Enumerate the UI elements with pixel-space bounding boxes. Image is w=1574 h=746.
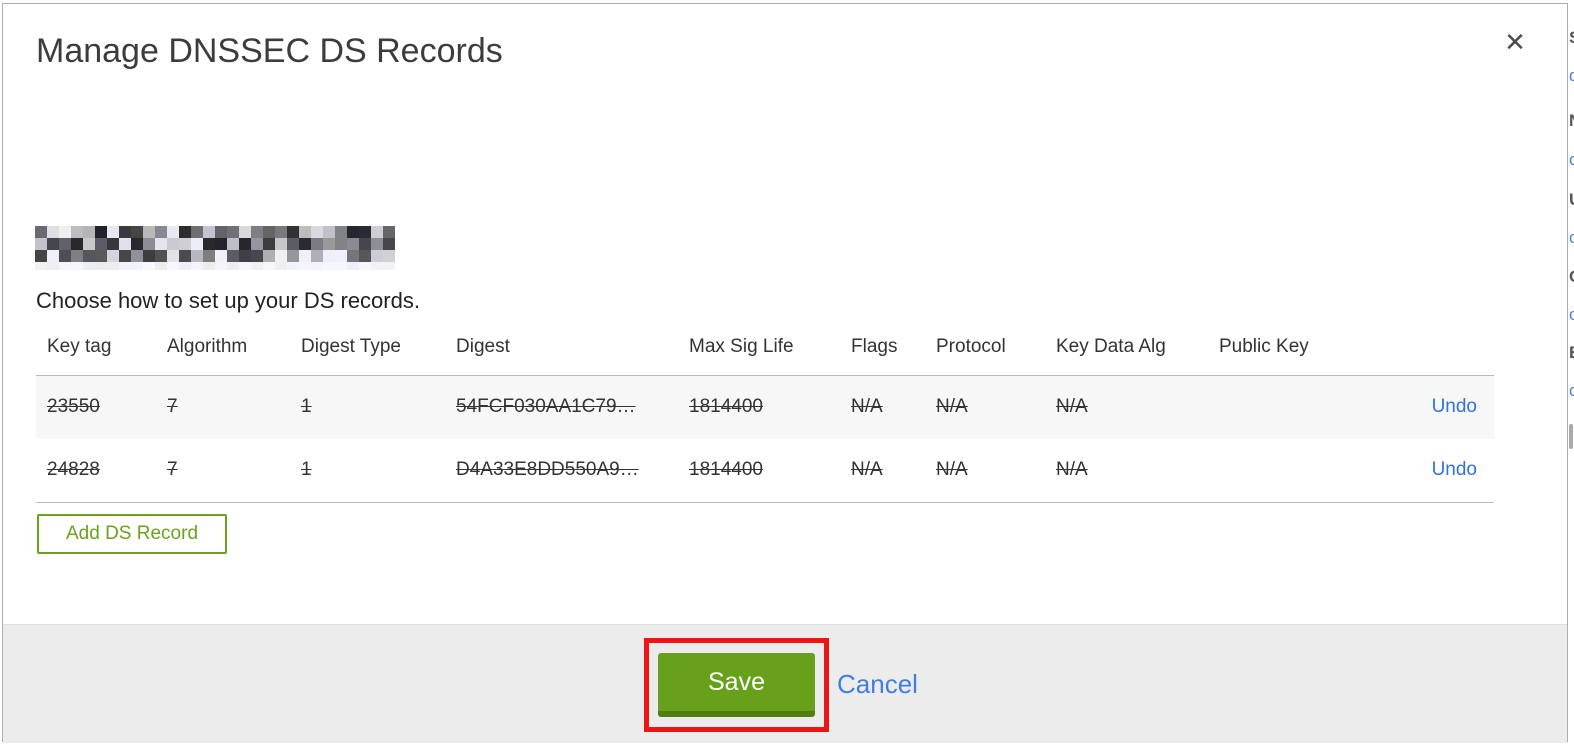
cell-action: Undo	[1339, 459, 1494, 481]
redacted-domain-name	[35, 226, 395, 272]
background-text-fragment: o	[1569, 150, 1574, 169]
column-header-key-tag: Key tag	[47, 336, 112, 357]
red-highlight-annotation: Save	[644, 638, 829, 732]
ds-records-table: Key tag Algorithm Digest Type Digest Max…	[36, 332, 1494, 503]
cell-protocol: N/A	[936, 396, 968, 417]
column-header-digest: Digest	[456, 336, 510, 357]
dnssec-ds-records-modal: Manage DNSSEC DS Records ✕ Choose how to…	[2, 3, 1568, 743]
table-body: 23550 7 1 54FCF030AA1C79… 1814400 N/A N/…	[36, 376, 1494, 503]
background-text-fragment: E	[1569, 343, 1574, 363]
cell-digest-type: 1	[301, 459, 312, 480]
undo-link[interactable]: Undo	[1432, 459, 1477, 480]
cell-digest: D4A33E8DD550A9…	[456, 459, 639, 480]
background-text-fragment: o	[1569, 305, 1574, 324]
table-row: 23550 7 1 54FCF030AA1C79… 1814400 N/A N/…	[36, 376, 1494, 439]
cell-flags: N/A	[851, 396, 883, 417]
undo-link[interactable]: Undo	[1432, 396, 1477, 417]
cell-protocol: N/A	[936, 459, 968, 480]
scrollbar-thumb[interactable]	[1569, 424, 1573, 449]
cell-key-data-alg: N/A	[1056, 396, 1088, 417]
modal-title: Manage DNSSEC DS Records	[36, 32, 503, 70]
column-header-flags: Flags	[851, 336, 898, 357]
table-row: 24828 7 1 D4A33E8DD550A9… 1814400 N/A N/…	[36, 439, 1494, 502]
column-header-key-data-alg: Key Data Alg	[1056, 336, 1166, 357]
cell-key-tag: 24828	[47, 459, 100, 480]
background-page-sliver: SdNoUoOoEc	[1569, 0, 1574, 746]
cell-flags: N/A	[851, 459, 883, 480]
add-ds-record-button[interactable]: Add DS Record	[37, 514, 228, 554]
cell-digest-type: 1	[301, 396, 312, 417]
column-header-algorithm: Algorithm	[167, 336, 248, 357]
cell-algorithm: 7	[167, 396, 178, 417]
background-text-fragment: c	[1569, 381, 1574, 400]
table-header-row: Key tag Algorithm Digest Type Digest Max…	[36, 332, 1494, 376]
column-header-max-sig-life: Max Sig Life	[689, 336, 794, 357]
background-text-fragment: o	[1569, 228, 1574, 247]
cancel-link[interactable]: Cancel	[837, 669, 918, 700]
cell-action: Undo	[1339, 396, 1494, 418]
cell-algorithm: 7	[167, 459, 178, 480]
close-icon[interactable]: ✕	[1497, 24, 1533, 60]
cell-max-sig-life: 1814400	[689, 459, 763, 480]
column-header-public-key: Public Key	[1219, 336, 1309, 357]
column-header-protocol: Protocol	[936, 336, 1006, 357]
save-button[interactable]: Save	[658, 653, 815, 717]
background-text-fragment: d	[1569, 66, 1574, 85]
cell-digest: 54FCF030AA1C79…	[456, 396, 636, 417]
background-text-fragment: O	[1569, 267, 1574, 287]
background-text-fragment: N	[1569, 111, 1574, 131]
background-text-fragment: U	[1569, 190, 1574, 210]
modal-footer: Save Cancel	[3, 624, 1567, 743]
background-text-fragment: S	[1569, 28, 1574, 48]
cell-max-sig-life: 1814400	[689, 396, 763, 417]
instruction-text: Choose how to set up your DS records.	[36, 288, 420, 313]
column-header-digest-type: Digest Type	[301, 336, 401, 357]
cell-key-tag: 23550	[47, 396, 100, 417]
cell-key-data-alg: N/A	[1056, 459, 1088, 480]
